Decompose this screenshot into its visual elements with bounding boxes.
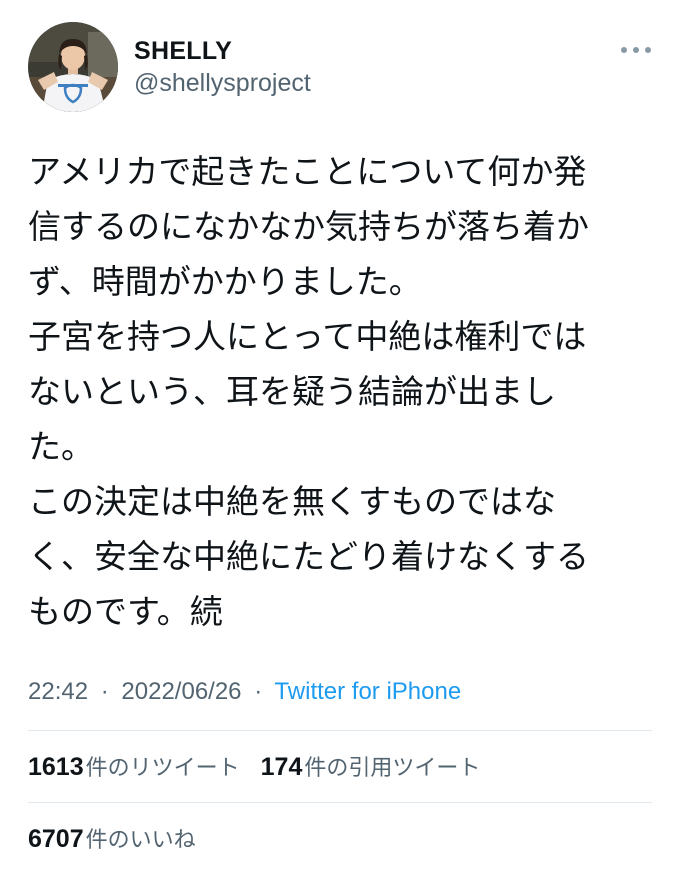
retweet-label: 件のリツイート [85,756,240,781]
retweets-stat[interactable]: 1613件のリツイート [28,753,240,781]
like-label: 件のいいね [85,828,196,853]
avatar[interactable] [28,22,118,112]
tweet-text-line: ず、時間がかかりました。 [28,262,422,301]
likes-stat[interactable]: 6707件のいいね [28,825,196,853]
tweet-text-line: この決定は中絶を無くすものではな [28,482,556,521]
tweet-detail: SHELLY @shellysproject アメリカで起きたことについて何か発… [0,0,680,871]
more-horizontal-icon[interactable] [618,40,654,60]
like-count: 6707 [28,825,84,853]
quote-tweets-stat[interactable]: 174件の引用ツイート [260,753,481,781]
quote-label: 件の引用ツイート [304,756,481,781]
tweet-text-line: た。 [28,427,94,466]
tweet-text-line: ものです。続 [28,592,223,631]
divider [28,802,652,803]
tweet-date[interactable]: 2022/06/26 [121,678,241,705]
tweet-text-line: 子宮を持つ人にとって中絶は権利では [28,317,587,356]
quote-count: 174 [260,753,303,781]
more-dot [633,47,639,53]
tweet-text-line: ないという、耳を疑う結論が出まし [28,372,556,411]
tweet-source-link[interactable]: Twitter for iPhone [274,678,461,705]
tweet-text: アメリカで起きたことについて何か発 信するのになかなか気持ちが落ち着か ず、時間… [28,144,658,639]
display-name[interactable]: SHELLY [134,37,232,66]
more-dot [621,47,627,53]
meta-separator: · [254,678,263,705]
username-handle[interactable]: @shellysproject [134,69,311,98]
profile-photo [28,22,118,112]
likes-stats-row: 6707件のいいね [28,822,210,854]
retweet-count: 1613 [28,753,84,781]
tweet-metadata: 22:42 · 2022/06/26 · Twitter for iPhone [28,678,461,706]
divider [28,730,652,731]
engagement-stats-row: 1613件のリツイート 174件の引用ツイート [28,750,494,782]
tweet-text-line: 信するのになかなか気持ちが落ち着か [28,207,589,246]
tweet-text-line: く、安全な中絶にたどり着けなくする [28,537,589,576]
tweet-time[interactable]: 22:42 [28,678,88,705]
meta-separator: · [100,678,109,705]
more-dot [645,47,651,53]
tweet-text-line: アメリカで起きたことについて何か発 [28,152,587,191]
